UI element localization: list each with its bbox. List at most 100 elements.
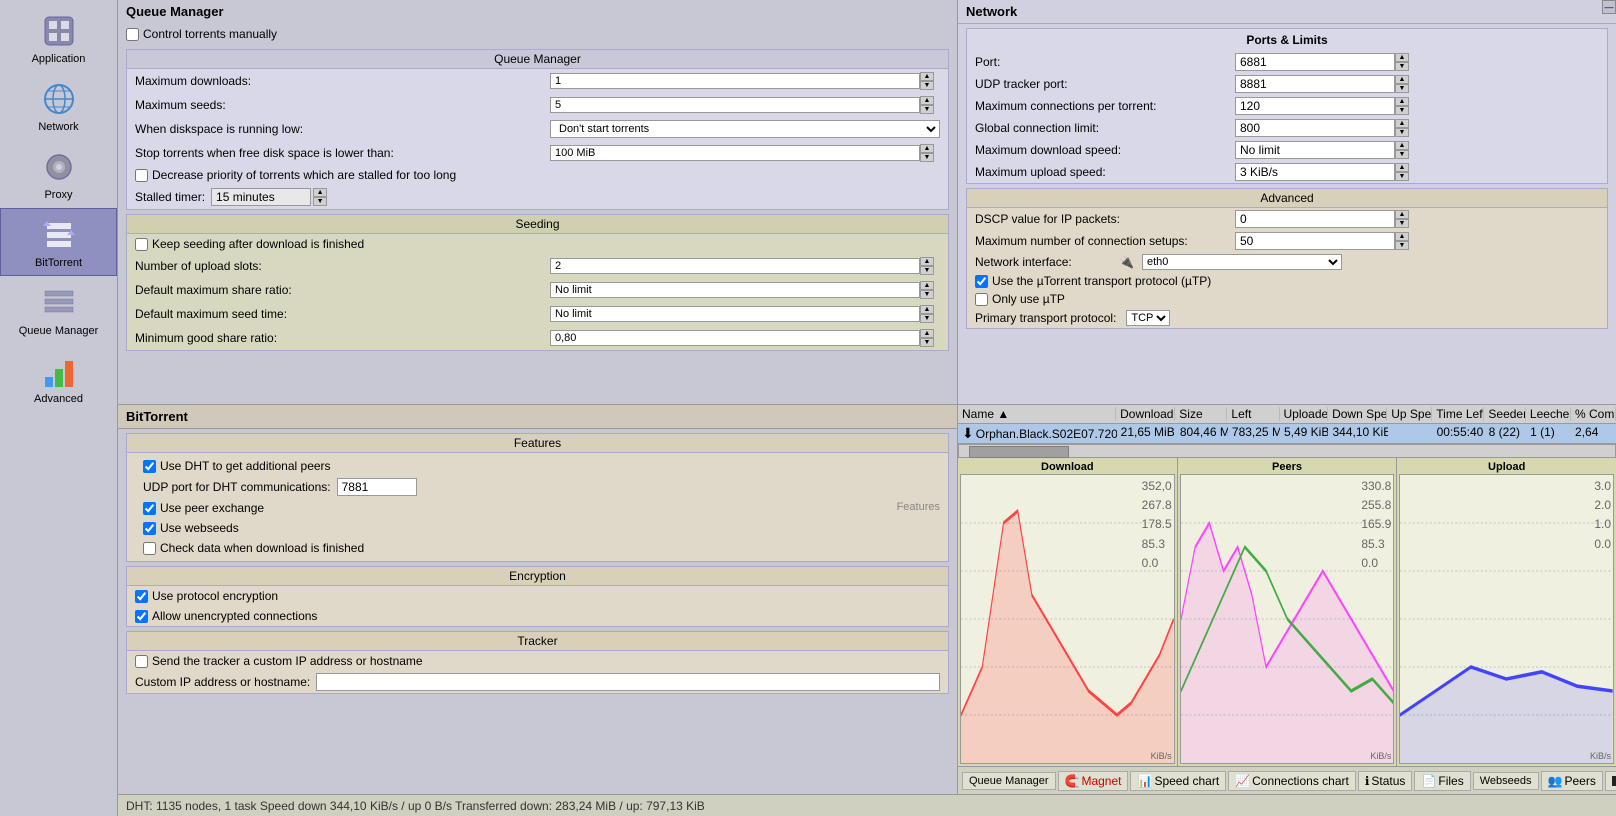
keep-seeding-checkbox[interactable] xyxy=(135,238,148,251)
torrent-scrollbar-h[interactable] xyxy=(958,444,1616,458)
custom-ip-input[interactable] xyxy=(316,673,940,691)
allow-unencrypted-checkbox[interactable] xyxy=(135,610,148,623)
max-ul-speed-down[interactable]: ▼ xyxy=(1395,172,1409,181)
global-conn-up[interactable]: ▲ xyxy=(1395,119,1409,128)
sidebar-item-bittorrent[interactable]: BitTorrent xyxy=(0,208,117,276)
queue-manager-section-header: Queue Manager xyxy=(127,50,948,69)
dscp-up[interactable]: ▲ xyxy=(1395,210,1409,219)
diskspace-select[interactable]: Don't start torrents Pause torrents Stop… xyxy=(550,120,940,138)
queue-manager-btn[interactable]: Queue Manager xyxy=(962,772,1056,790)
port-spinbox: 6881 ▲ ▼ xyxy=(1235,53,1409,71)
port-up[interactable]: ▲ xyxy=(1395,53,1409,62)
max-conn-setups-input[interactable]: 50 xyxy=(1235,232,1395,250)
primary-protocol-select[interactable]: TCP µTP xyxy=(1126,310,1170,326)
stalled-timer-input[interactable]: 15 minutes xyxy=(211,188,311,206)
global-conn-input[interactable]: 800 xyxy=(1235,119,1395,137)
dscp-input[interactable]: 0 xyxy=(1235,210,1395,228)
stalled-down[interactable]: ▼ xyxy=(313,197,327,206)
upload-slots-up[interactable]: ▲ xyxy=(920,257,934,266)
udp-port-input[interactable]: 8881 xyxy=(1235,75,1395,93)
max-conn-setups-down[interactable]: ▼ xyxy=(1395,241,1409,250)
max-dl-speed-input[interactable]: No limit xyxy=(1235,141,1395,159)
features-right: Features xyxy=(800,501,940,513)
max-conn-torrent-input[interactable]: 120 xyxy=(1235,97,1395,115)
upload-slots-down[interactable]: ▼ xyxy=(920,266,934,275)
max-seeds-up[interactable]: ▲ xyxy=(920,96,934,105)
max-dl-speed-down[interactable]: ▼ xyxy=(1395,150,1409,159)
min-share-ratio-input[interactable]: 0,80 xyxy=(550,330,920,346)
max-conn-setups-up[interactable]: ▲ xyxy=(1395,232,1409,241)
stop-space-spin-btns: ▲ ▼ xyxy=(920,144,934,162)
torrent-size: 804,46 MiB xyxy=(1176,425,1228,442)
use-utp-checkbox[interactable] xyxy=(975,275,988,288)
chunks-btn[interactable]: Chunks xyxy=(1605,771,1616,791)
udp-port-down[interactable]: ▼ xyxy=(1395,84,1409,93)
stop-space-up[interactable]: ▲ xyxy=(920,144,934,153)
main-container: Application Network xyxy=(0,0,1616,816)
max-ul-speed-input[interactable]: 3 KiB/s xyxy=(1235,163,1395,181)
stalled-up[interactable]: ▲ xyxy=(313,188,327,197)
max-dl-speed-up[interactable]: ▲ xyxy=(1395,141,1409,150)
max-conn-setups-spinbox: 50 ▲ ▼ xyxy=(1235,232,1409,250)
magnet-btn[interactable]: 🧲 Magnet xyxy=(1058,771,1129,791)
port-input[interactable]: 6881 xyxy=(1235,53,1395,71)
status-btn[interactable]: ℹ Status xyxy=(1358,771,1413,791)
port-down[interactable]: ▼ xyxy=(1395,62,1409,71)
max-downloads-up[interactable]: ▲ xyxy=(920,72,934,81)
sidebar-item-proxy[interactable]: Proxy xyxy=(0,140,117,208)
max-ul-speed-up[interactable]: ▲ xyxy=(1395,163,1409,172)
check-data-checkbox[interactable] xyxy=(143,542,156,555)
max-downloads-down[interactable]: ▼ xyxy=(920,81,934,90)
max-seed-time-input[interactable]: No limit xyxy=(550,306,920,322)
dscp-down[interactable]: ▼ xyxy=(1395,219,1409,228)
sidebar-item-advanced[interactable]: Advanced xyxy=(0,344,117,412)
use-dht-checkbox[interactable] xyxy=(143,460,156,473)
table-row[interactable]: ⬇ Orphan.Black.S02E07.720p.HDTV.X264-...… xyxy=(958,424,1616,444)
upload-slots-input[interactable]: 2 xyxy=(550,258,920,274)
only-utp-checkbox[interactable] xyxy=(975,293,988,306)
torrent-left: 783,25 MiB xyxy=(1228,425,1280,442)
webseeds-btn[interactable]: Webseeds xyxy=(1473,772,1539,790)
files-btn[interactable]: 📄 Files xyxy=(1414,771,1470,791)
stop-space-row: Stop torrents when free disk space is lo… xyxy=(127,141,948,165)
min-share-ratio-up[interactable]: ▲ xyxy=(920,329,934,338)
control-torrents-checkbox[interactable] xyxy=(126,28,139,41)
peers-chart: Peers xyxy=(1178,458,1398,766)
max-conn-torrent-row: Maximum connections per torrent: 120 ▲ ▼ xyxy=(967,95,1607,117)
peers-btn[interactable]: 👥 Peers xyxy=(1541,771,1603,791)
protocol-enc-checkbox[interactable] xyxy=(135,590,148,603)
connections-chart-btn[interactable]: 📈 Connections chart xyxy=(1228,771,1356,791)
net-interface-select[interactable]: eth0 lo any xyxy=(1142,254,1342,270)
max-share-ratio-down[interactable]: ▼ xyxy=(920,290,934,299)
max-downloads-input[interactable]: 1 xyxy=(550,73,920,89)
sidebar-item-application[interactable]: Application xyxy=(0,4,117,72)
max-share-ratio-input[interactable]: No limit xyxy=(550,282,920,298)
max-conn-torrent-up[interactable]: ▲ xyxy=(1395,97,1409,106)
webseeds-checkbox[interactable] xyxy=(143,522,156,535)
peer-exchange-checkbox[interactable] xyxy=(143,502,156,515)
torrent-list-header: Name ▲ Downloaded Size Left Uploaded Dow… xyxy=(958,405,1616,424)
scrollbar-thumb[interactable] xyxy=(969,446,1069,458)
stop-space-down[interactable]: ▼ xyxy=(920,153,934,162)
stop-space-input[interactable]: 100 MiB xyxy=(550,145,920,161)
decrease-priority-checkbox[interactable] xyxy=(135,169,148,182)
speed-chart-btn[interactable]: 📊 Speed chart xyxy=(1130,771,1226,791)
min-share-ratio-down[interactable]: ▼ xyxy=(920,338,934,347)
max-seeds-down[interactable]: ▼ xyxy=(920,105,934,114)
max-seeds-input[interactable]: 5 xyxy=(550,97,920,113)
max-seed-time-up[interactable]: ▲ xyxy=(920,305,934,314)
global-conn-down[interactable]: ▼ xyxy=(1395,128,1409,137)
sidebar-item-queue[interactable]: Queue Manager xyxy=(0,276,117,344)
send-tracker-ip-checkbox[interactable] xyxy=(135,655,148,668)
sidebar-item-network[interactable]: Network xyxy=(0,72,117,140)
use-dht-label: Use DHT to get additional peers xyxy=(160,459,331,473)
udp-port-up[interactable]: ▲ xyxy=(1395,75,1409,84)
proxy-icon xyxy=(39,147,79,187)
max-share-ratio-up[interactable]: ▲ xyxy=(920,281,934,290)
collapse-btn[interactable]: — xyxy=(1602,0,1616,14)
udp-dht-input[interactable] xyxy=(337,478,417,496)
max-seed-time-down[interactable]: ▼ xyxy=(920,314,934,323)
port-row: Port: 6881 ▲ ▼ xyxy=(967,51,1607,73)
primary-protocol-row: Primary transport protocol: TCP µTP xyxy=(967,308,1607,328)
max-conn-torrent-down[interactable]: ▼ xyxy=(1395,106,1409,115)
